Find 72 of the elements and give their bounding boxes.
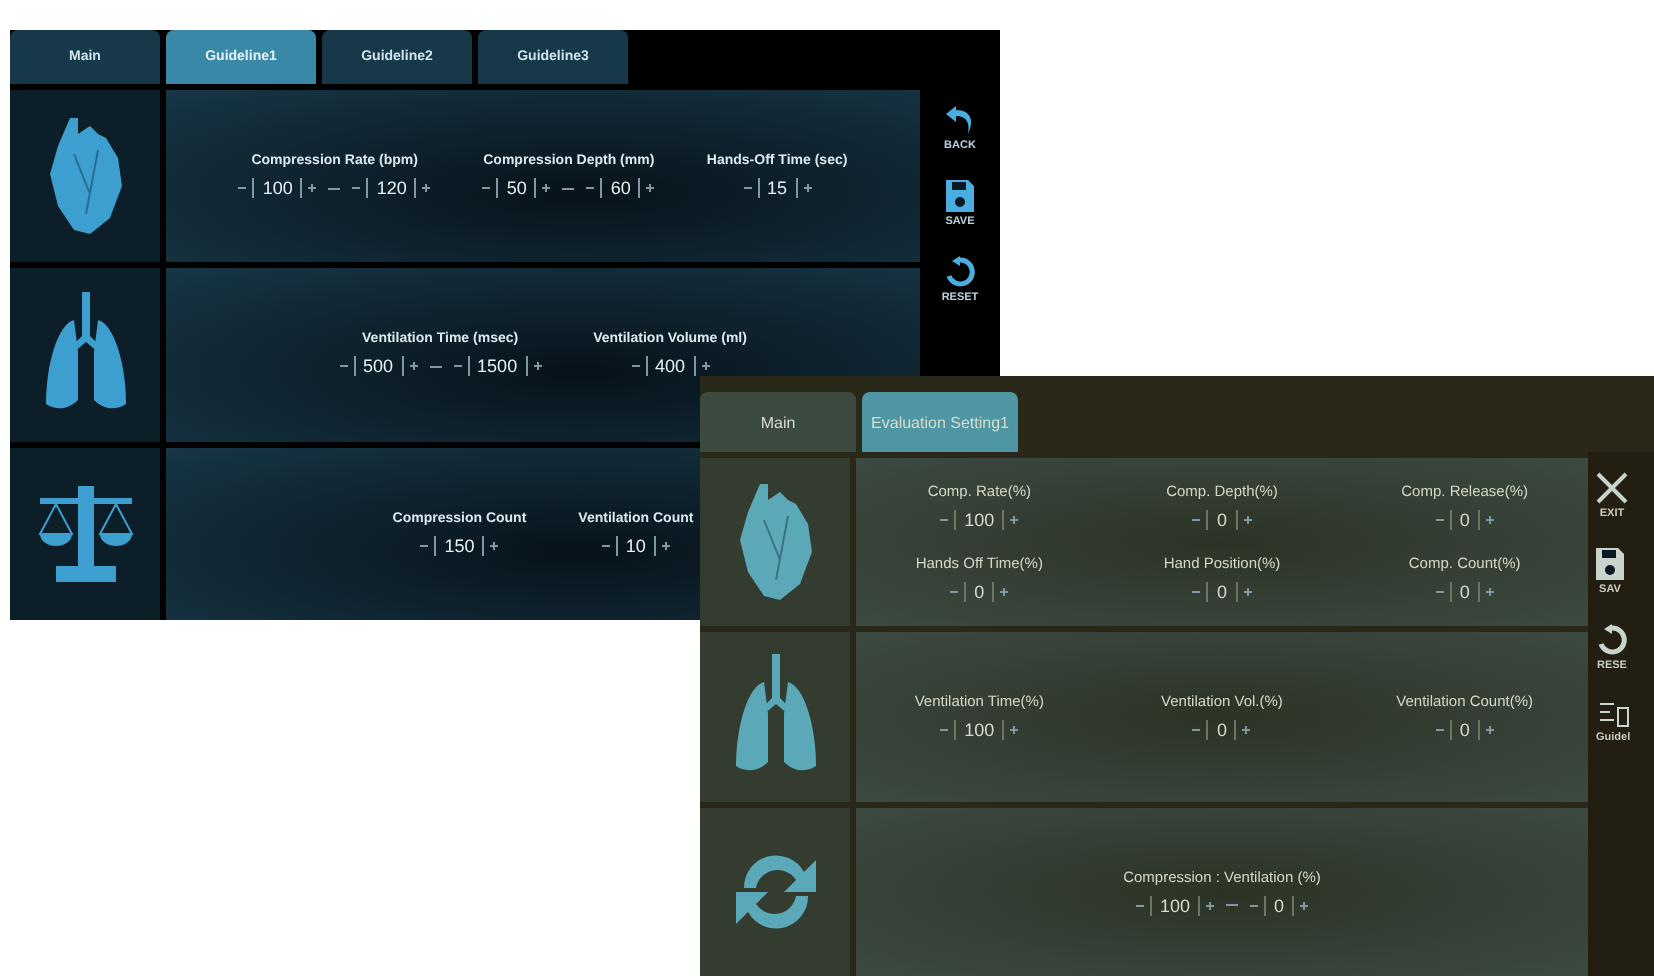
plus-icon[interactable] [308, 184, 317, 193]
value-field[interactable]: 1500 [467, 356, 528, 377]
value-field[interactable]: 0 [1206, 582, 1237, 603]
plus-icon[interactable] [1206, 901, 1214, 910]
heart-icon [45, 114, 125, 239]
minus-icon[interactable] [238, 184, 247, 193]
plus-icon[interactable] [701, 362, 710, 371]
plus-icon[interactable] [661, 541, 670, 550]
value-field[interactable]: 0 [1449, 510, 1480, 531]
value-field[interactable]: 120 [366, 178, 417, 199]
value-field[interactable]: 60 [600, 178, 641, 199]
value-field[interactable]: 0 [1449, 720, 1480, 741]
plus-icon[interactable] [1242, 726, 1251, 735]
minus-icon[interactable] [586, 184, 595, 193]
value-field[interactable]: 0 [1449, 582, 1480, 603]
save-icon [1596, 548, 1624, 580]
tab[interactable]: Main [700, 392, 856, 452]
plus-icon[interactable] [490, 541, 499, 550]
value-field[interactable]: 0 [1264, 895, 1295, 916]
plus-icon[interactable] [533, 362, 542, 371]
value-field[interactable]: 100 [954, 720, 1005, 741]
minus-icon[interactable] [1435, 588, 1444, 597]
guideline-icon [1597, 700, 1630, 728]
plus-icon[interactable] [646, 184, 655, 193]
value-field[interactable]: 15 [757, 178, 798, 199]
scale-icon [35, 481, 135, 586]
plus-icon[interactable] [1485, 588, 1494, 597]
plus-icon[interactable] [422, 184, 431, 193]
plus-icon[interactable] [1485, 516, 1494, 525]
plus-icon[interactable] [1485, 726, 1494, 735]
minus-icon[interactable] [940, 726, 949, 735]
value-field[interactable]: 100 [954, 510, 1005, 531]
minus-icon[interactable] [482, 184, 491, 193]
value-field[interactable]: 400 [645, 356, 696, 377]
value-field[interactable]: 150 [434, 535, 485, 556]
value-field[interactable]: 0 [1206, 720, 1237, 741]
value-field[interactable]: 500 [353, 356, 404, 377]
minus-icon[interactable] [743, 184, 752, 193]
value-field[interactable]: 100 [1149, 895, 1200, 916]
plus-icon[interactable] [409, 362, 418, 371]
value-field[interactable]: 0 [964, 582, 995, 603]
value-field[interactable]: 100 [252, 178, 303, 199]
value-field[interactable]: 0 [1206, 510, 1237, 531]
plus-icon[interactable] [1010, 726, 1019, 735]
minus-icon[interactable] [420, 541, 429, 550]
minus-icon[interactable] [950, 588, 959, 597]
plus-icon[interactable] [1010, 516, 1019, 525]
heart-icon [735, 480, 815, 605]
value-field[interactable]: 50 [496, 178, 537, 199]
back-arrow-icon [944, 104, 976, 136]
save-icon [945, 180, 974, 212]
minus-icon[interactable] [1192, 726, 1201, 735]
minus-icon[interactable] [940, 516, 949, 525]
plus-icon[interactable] [1000, 588, 1009, 597]
minus-icon[interactable] [601, 541, 610, 550]
plus-icon[interactable] [542, 184, 551, 193]
plus-icon[interactable] [1300, 901, 1309, 910]
value-field[interactable]: 10 [615, 535, 656, 556]
plus-icon[interactable] [1243, 588, 1251, 597]
plus-icon[interactable] [1243, 516, 1251, 525]
reset-icon [1596, 624, 1628, 656]
minus-icon[interactable] [1192, 588, 1201, 597]
minus-icon[interactable] [1135, 901, 1144, 910]
minus-icon[interactable] [1435, 726, 1444, 735]
plus-icon[interactable] [803, 184, 812, 193]
minus-icon[interactable] [1435, 516, 1444, 525]
close-icon [1596, 472, 1628, 504]
minus-icon[interactable] [1192, 516, 1201, 525]
minus-icon[interactable] [352, 184, 361, 193]
minus-icon[interactable] [339, 362, 348, 371]
reset-icon [944, 256, 976, 288]
minus-icon[interactable] [453, 362, 462, 371]
